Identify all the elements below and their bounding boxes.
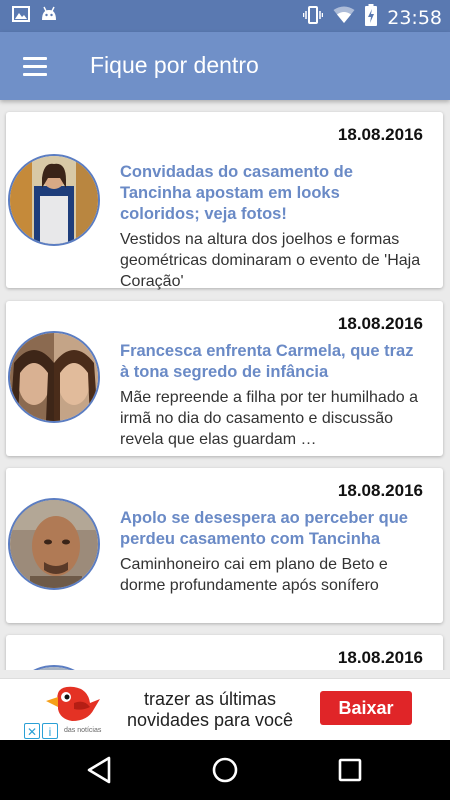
hamburger-menu-icon[interactable] [14,46,56,86]
ad-close-icon[interactable]: ✕ [24,723,40,739]
article-date: 18.08.2016 [337,314,423,333]
article-date: 18.08.2016 [337,648,423,667]
battery-charging-icon [365,4,378,31]
ad-text[interactable]: trazer as últimas novidades para você [110,689,310,731]
ad-info-icon[interactable]: i [42,723,58,739]
ad-download-button[interactable]: Baixar [320,691,412,725]
article-description: Mãe repreende a filha por ter humilhado … [120,389,418,448]
article-date: 18.08.2016 [337,125,423,144]
back-icon[interactable] [83,754,117,786]
news-feed[interactable]: 18.08.2016 Convidadas do casamento de Ta… [0,100,450,670]
news-card[interactable]: 18.08.2016 Apolo se desespera ao percebe… [6,468,443,623]
news-card[interactable]: 18.08.2016 [6,635,443,670]
article-title[interactable]: Francesca enfrenta Carmela, que traz à t… [120,341,420,383]
article-date: 18.08.2016 [337,481,423,500]
news-card[interactable]: 18.08.2016 Convidadas do casamento de Ta… [6,112,443,290]
wifi-icon [333,6,355,29]
ad-source: das notícias [64,727,102,734]
app-toolbar: Fique por dentro [0,32,450,100]
news-card[interactable]: 18.08.2016 Francesca enfrenta Carmela, q… [6,301,443,456]
home-icon[interactable] [208,754,242,786]
vibrate-icon [302,5,324,30]
ad-choices[interactable]: ✕ i [24,723,58,739]
article-thumbnail[interactable] [8,498,100,590]
image-icon [12,6,30,27]
article-description: Vestidos na altura dos joelhos e formas … [120,231,421,290]
status-bar: 23:58 [0,0,450,32]
article-description: Caminhoneiro cai em plano de Beto e dorm… [120,556,388,594]
page-title: Fique por dentro [90,52,259,78]
article-thumbnail[interactable] [8,331,100,423]
clock: 23:58 [387,6,442,29]
article-title[interactable]: Convidadas do casamento de Tancinha apos… [120,162,420,225]
article-title[interactable]: Apolo se desespera ao perceber que perde… [120,508,420,550]
article-thumbnail[interactable] [8,154,100,246]
recents-icon[interactable] [333,754,367,786]
android-icon [40,6,58,27]
ad-banner[interactable]: trazer as últimas novidades para você Ba… [0,678,450,740]
system-nav-bar [0,740,450,800]
article-thumbnail[interactable] [8,665,100,670]
